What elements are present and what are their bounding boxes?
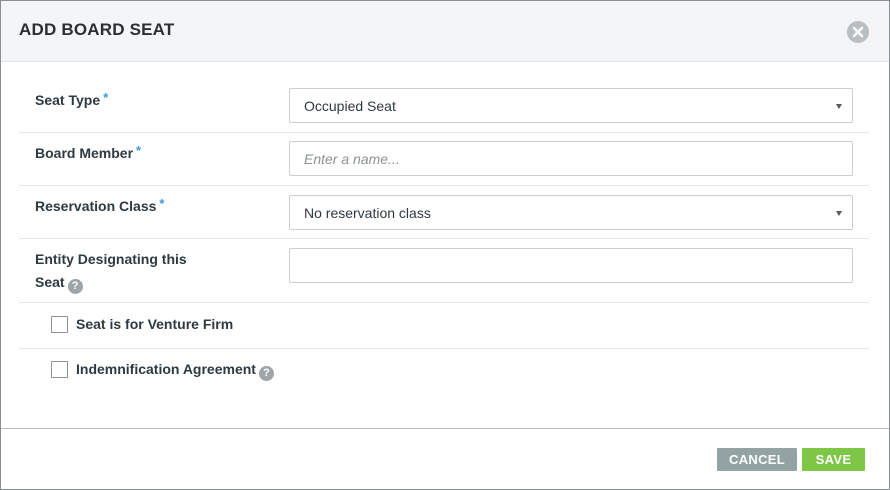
entity-input[interactable] <box>289 248 853 283</box>
entity-label-line2-wrap: Seat? <box>35 271 187 294</box>
board-member-label: Board Member * <box>35 142 141 165</box>
reservation-class-value: No reservation class <box>304 205 431 221</box>
seat-type-value: Occupied Seat <box>304 98 396 114</box>
reservation-class-row: Reservation Class * No reservation class <box>19 186 869 239</box>
chevron-down-icon <box>836 104 842 109</box>
modal-title: ADD BOARD SEAT <box>19 20 175 39</box>
entity-label-line2: Seat <box>35 274 65 290</box>
venture-firm-checkbox[interactable] <box>51 316 68 333</box>
question-circle-icon[interactable]: ? <box>258 366 274 381</box>
entity-label-line1: Entity Designating this <box>35 251 187 267</box>
save-button[interactable]: SAVE <box>802 448 865 471</box>
required-asterisk: * <box>159 196 165 211</box>
venture-firm-label[interactable]: Seat is for Venture Firm <box>76 315 233 333</box>
indemnification-label-wrap: Indemnification Agreement? <box>76 360 274 381</box>
seat-type-select[interactable]: Occupied Seat <box>289 88 853 123</box>
question-circle-icon[interactable]: ? <box>67 279 83 294</box>
add-board-seat-modal: ADD BOARD SEAT Seat Type * Occupied Seat … <box>0 0 890 490</box>
board-member-row: Board Member * <box>19 133 869 186</box>
reservation-class-select[interactable]: No reservation class <box>289 195 853 230</box>
chevron-down-icon <box>836 211 842 216</box>
indemnification-label[interactable]: Indemnification Agreement <box>76 361 256 377</box>
required-asterisk: * <box>103 90 109 105</box>
modal-header: ADD BOARD SEAT <box>1 1 889 62</box>
close-icon[interactable] <box>847 21 869 43</box>
footer-divider <box>1 428 889 429</box>
reservation-class-label-text: Reservation Class <box>35 198 157 214</box>
indemnification-checkbox[interactable] <box>51 361 68 378</box>
seat-type-label-text: Seat Type <box>35 92 101 108</box>
board-member-input[interactable] <box>289 141 853 176</box>
seat-type-label: Seat Type * <box>35 89 108 112</box>
board-member-label-text: Board Member <box>35 145 134 161</box>
reservation-class-label: Reservation Class * <box>35 195 164 218</box>
required-asterisk: * <box>136 143 142 158</box>
entity-label: Entity Designating this Seat? <box>35 248 187 294</box>
cancel-button[interactable]: CANCEL <box>717 448 797 471</box>
entity-row: Entity Designating this Seat? <box>19 239 869 303</box>
seat-type-row: Seat Type * Occupied Seat <box>19 80 869 133</box>
